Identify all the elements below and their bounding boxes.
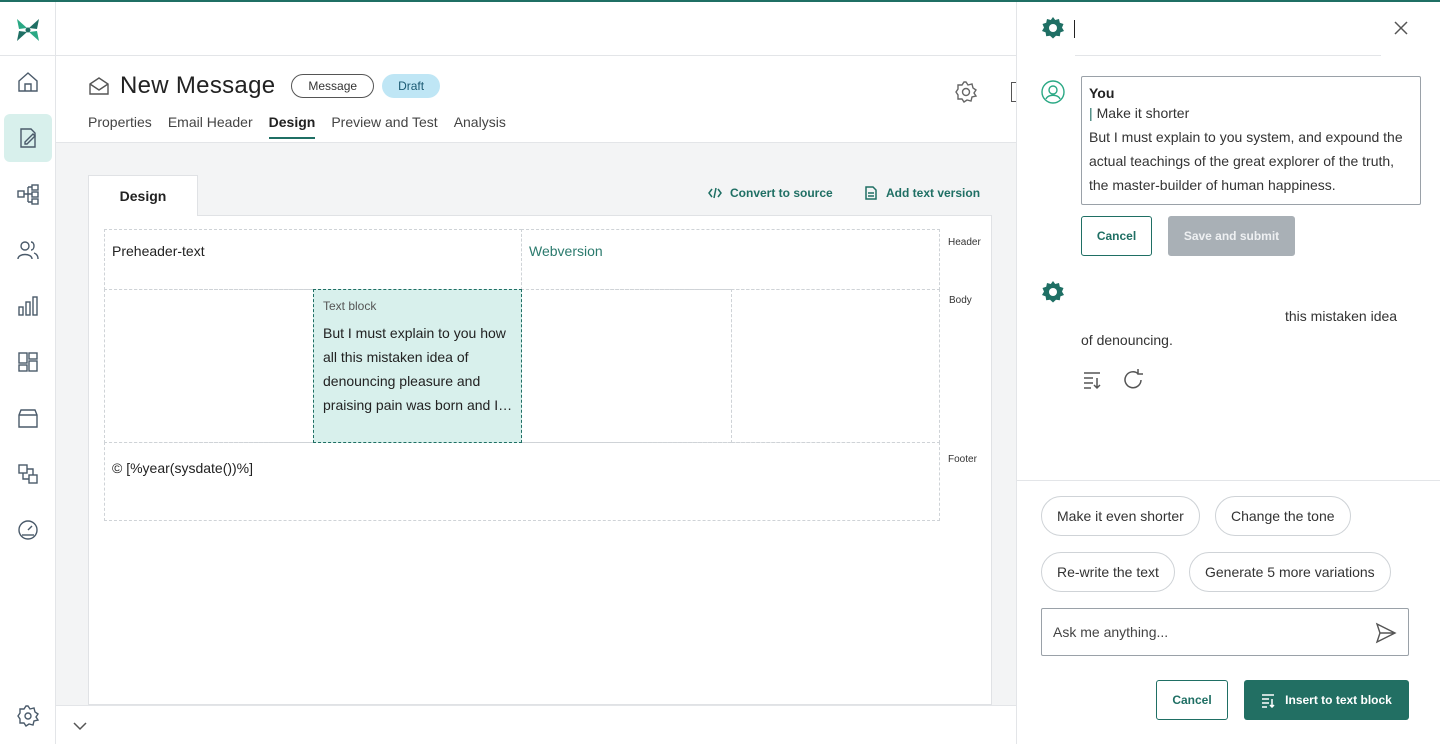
footer-cancel-button[interactable]: Cancel xyxy=(1156,680,1228,720)
home-icon xyxy=(18,72,38,92)
tab-analysis[interactable]: Analysis xyxy=(454,114,506,139)
footer-cell[interactable] xyxy=(104,442,940,521)
message-tabs: Properties Email Header Design Preview a… xyxy=(88,114,506,139)
insert-to-text-block-button[interactable]: Insert to text block xyxy=(1244,680,1409,720)
users-icon xyxy=(17,241,39,260)
add-text-label: Add text version xyxy=(886,186,981,200)
title-row: New Message Message Draft xyxy=(88,72,441,100)
user-message-text: But I must explain to you system, and ex… xyxy=(1089,129,1403,193)
ai-assistant-panel: You | Make it shorter But I must explain … xyxy=(1016,2,1440,744)
footer-zone-label: Footer xyxy=(948,454,977,465)
edit-cancel-button[interactable]: Cancel xyxy=(1081,216,1152,256)
dashboard-icon xyxy=(18,352,38,372)
nav-analytics[interactable] xyxy=(4,282,52,330)
archive-icon xyxy=(18,409,38,428)
suggestion-make-shorter[interactable]: Make it even shorter xyxy=(1041,496,1200,536)
page-title: New Message xyxy=(120,72,276,99)
bottom-bar xyxy=(56,705,1016,744)
nav-journeys[interactable] xyxy=(4,170,52,218)
edit-document-icon xyxy=(20,128,36,148)
assistant-avatar-icon xyxy=(1042,281,1064,303)
document-icon xyxy=(865,186,877,200)
nav-settings[interactable] xyxy=(4,692,52,740)
app-logo-icon[interactable] xyxy=(14,16,42,44)
tab-preview-and-test[interactable]: Preview and Test xyxy=(331,114,437,139)
text-cursor xyxy=(1074,20,1075,38)
code-icon xyxy=(708,187,722,199)
rail-separator xyxy=(0,55,56,56)
chevron-down-icon[interactable] xyxy=(72,718,88,734)
regenerate-icon[interactable] xyxy=(1121,368,1145,392)
assistant-reply: this mistaken idea of denouncing. xyxy=(1081,304,1421,352)
text-block-content: But I must explain to you how all this m… xyxy=(323,325,513,413)
convert-to-source-button[interactable]: Convert to source xyxy=(708,186,833,200)
left-navigation-rail xyxy=(0,2,56,744)
nav-archive[interactable] xyxy=(4,394,52,442)
ask-input[interactable] xyxy=(1053,621,1353,643)
suggestions-divider xyxy=(1017,480,1440,481)
preheader-text[interactable]: Preheader-text xyxy=(112,243,205,259)
header-cell-right[interactable] xyxy=(521,229,940,290)
header-cell-left[interactable] xyxy=(104,229,522,290)
body-cell-3[interactable] xyxy=(521,289,732,443)
tab-properties[interactable]: Properties xyxy=(88,114,152,139)
top-bar xyxy=(56,2,1016,56)
insert-text-icon[interactable] xyxy=(1081,368,1105,392)
suggestion-rewrite[interactable]: Re-write the text xyxy=(1041,552,1175,592)
suggestion-change-tone[interactable]: Change the tone xyxy=(1215,496,1351,536)
assistant-gear-icon xyxy=(1042,17,1064,39)
nav-dashboard[interactable] xyxy=(4,338,52,386)
integrations-icon xyxy=(18,464,38,484)
text-block-selected[interactable]: Text block But I must explain to you how… xyxy=(313,289,522,443)
prompt-text: Make it shorter xyxy=(1096,105,1190,121)
user-message-editor[interactable]: You | Make it shorter But I must explain … xyxy=(1081,76,1421,205)
tab-design[interactable]: Design xyxy=(268,114,316,139)
nav-home[interactable] xyxy=(4,58,52,106)
bar-chart-icon xyxy=(18,296,38,316)
footer-text[interactable]: © [%year(sysdate())%] xyxy=(112,460,253,476)
add-text-version-button[interactable]: Add text version xyxy=(864,186,980,200)
message-type-pill: Message xyxy=(291,74,375,98)
ask-input-box xyxy=(1041,608,1409,656)
envelope-icon xyxy=(89,77,109,95)
body-cell-1[interactable] xyxy=(104,289,314,443)
send-icon[interactable] xyxy=(1374,621,1398,645)
design-subtab[interactable]: Design xyxy=(88,175,198,216)
reply-line-2: of denouncing. xyxy=(1081,332,1173,348)
flow-diagram-icon xyxy=(17,184,39,205)
message-header: New Message Message Draft Properties Ema… xyxy=(56,56,1019,143)
body-zone-label: Body xyxy=(949,295,972,306)
gauge-icon xyxy=(18,520,38,540)
user-avatar-icon xyxy=(1041,80,1065,104)
close-icon[interactable] xyxy=(1393,20,1409,36)
status-badge: Draft xyxy=(382,74,441,98)
settings-gear-icon xyxy=(17,705,40,727)
nav-contacts[interactable] xyxy=(4,226,52,274)
nav-monitoring[interactable] xyxy=(4,506,52,554)
suggestion-generate-variations[interactable]: Generate 5 more variations xyxy=(1189,552,1391,592)
panel-header-divider xyxy=(1075,55,1381,56)
header-zone-label: Header xyxy=(948,237,981,248)
webversion-link[interactable]: Webversion xyxy=(529,243,603,259)
reply-line-1: this mistaken idea xyxy=(1285,308,1398,324)
text-block-label: Text block xyxy=(323,299,377,313)
body-cell-4[interactable] xyxy=(731,289,940,443)
nav-messages[interactable] xyxy=(4,114,52,162)
prompt-line: | Make it shorter xyxy=(1089,105,1190,121)
nav-integrations[interactable] xyxy=(4,450,52,498)
save-and-submit-button[interactable]: Save and submit xyxy=(1168,216,1295,256)
tab-email-header[interactable]: Email Header xyxy=(168,114,253,139)
message-settings-icon[interactable] xyxy=(954,80,978,104)
convert-label: Convert to source xyxy=(730,186,833,200)
insert-label: Insert to text block xyxy=(1285,693,1392,707)
insert-text-icon xyxy=(1262,694,1275,708)
user-name: You xyxy=(1089,85,1115,101)
